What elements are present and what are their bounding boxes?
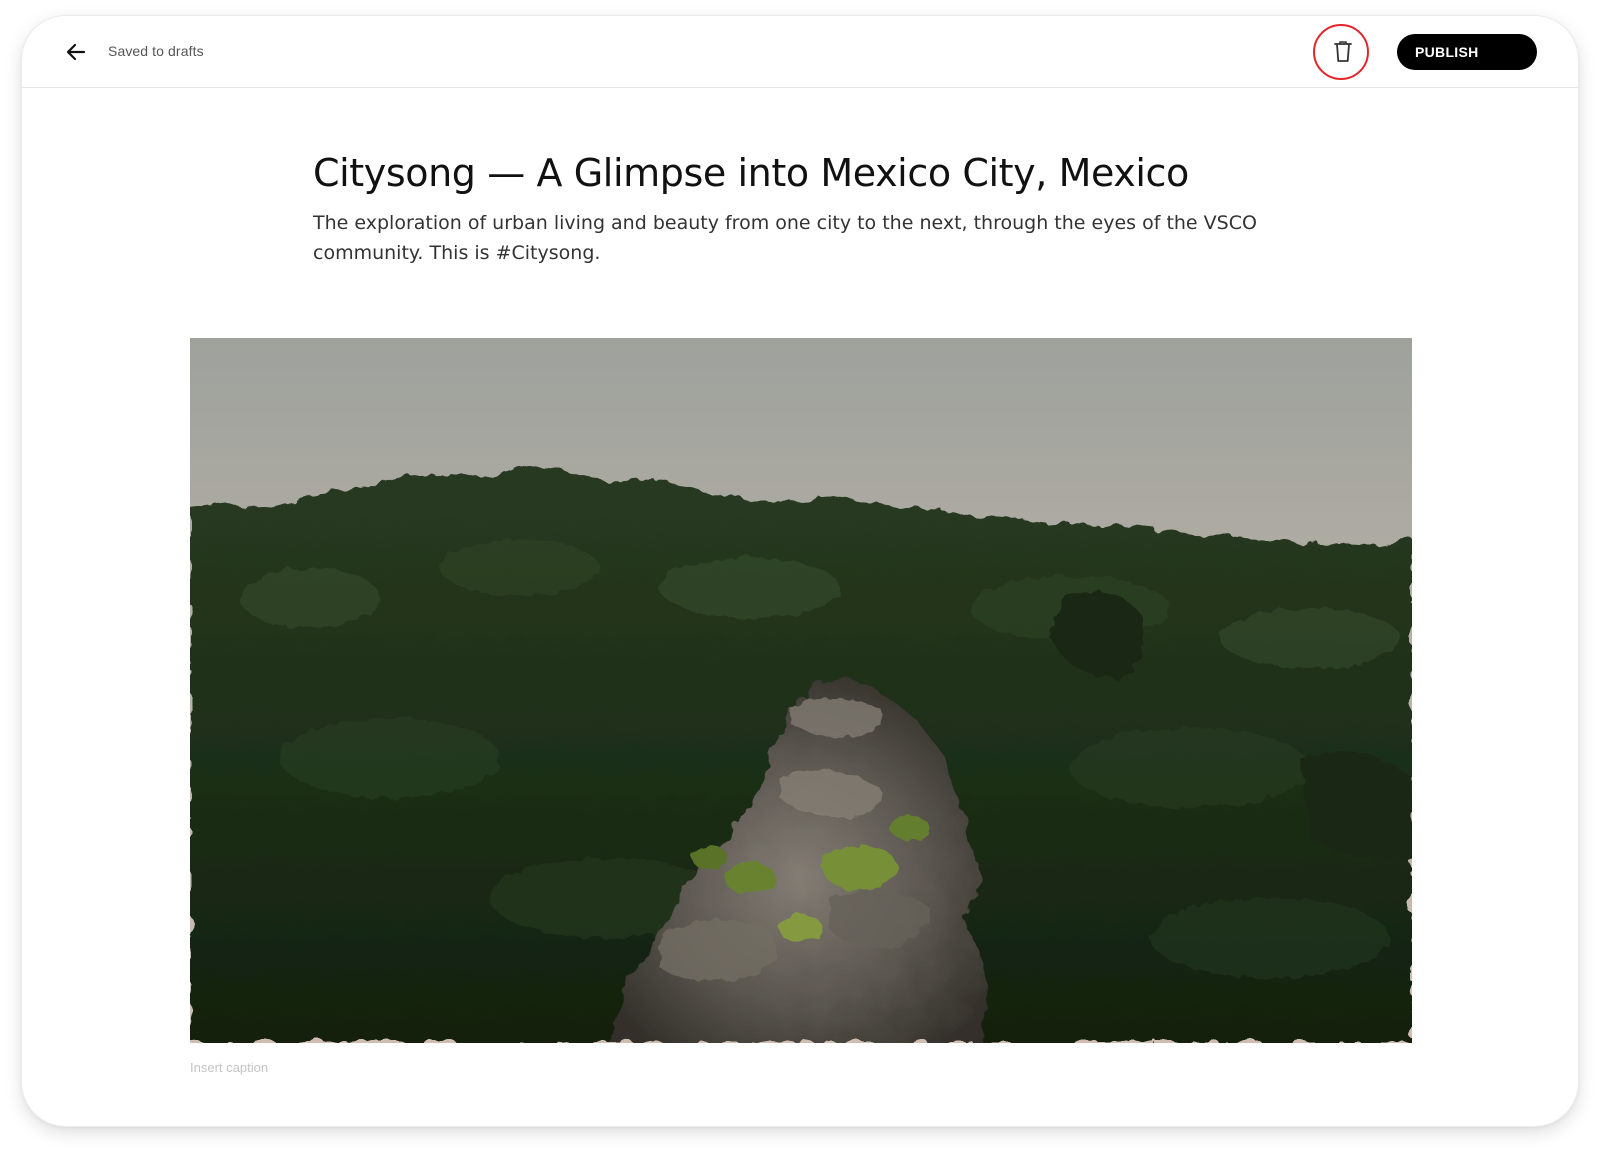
- article-photo[interactable]: [190, 338, 1412, 1043]
- article-subtitle[interactable]: The exploration of urban living and beau…: [313, 208, 1273, 268]
- landscape-photo: [190, 338, 1412, 1043]
- draft-status: Saved to drafts: [108, 43, 204, 59]
- arrow-left-icon: [66, 43, 86, 61]
- back-button[interactable]: [60, 36, 92, 68]
- delete-button[interactable]: [1327, 36, 1359, 68]
- editor-window: Saved to drafts PUBLISH Citysong — A Gli…: [22, 16, 1578, 1126]
- top-bar: Saved to drafts PUBLISH: [22, 16, 1578, 88]
- trash-icon: [1334, 41, 1352, 62]
- publish-button[interactable]: PUBLISH: [1397, 34, 1537, 70]
- caption-input[interactable]: [190, 1056, 790, 1078]
- article-title[interactable]: Citysong — A Glimpse into Mexico City, M…: [313, 151, 1313, 195]
